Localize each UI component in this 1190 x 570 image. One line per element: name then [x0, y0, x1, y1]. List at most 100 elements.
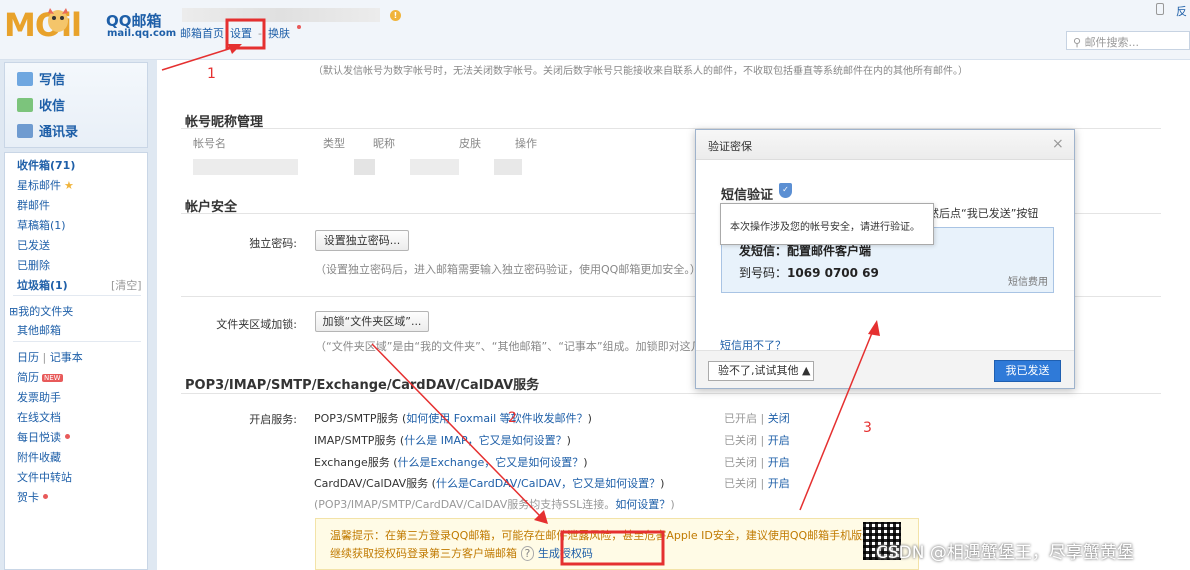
- sms-instruction-tail: 然后点“我已发送”按钮: [928, 207, 1039, 220]
- imap-toggle-link[interactable]: 开启: [768, 434, 790, 447]
- new-badge: NEW: [42, 374, 63, 382]
- col-account: 帐号名: [193, 137, 226, 150]
- quick-actions: 写信 收信 通讯录: [4, 62, 148, 148]
- attachments-link[interactable]: 附件收藏: [17, 449, 61, 465]
- imap-help-link[interactable]: 什么是 IMAP，它又是如何设置？: [404, 434, 566, 447]
- nav-settings-link[interactable]: 设置: [230, 27, 252, 40]
- folder-starred[interactable]: 星标邮件 ★: [17, 177, 74, 193]
- try-other-dropdown[interactable]: 验不了,试试其他 ▲: [708, 361, 814, 381]
- sms-target: 到号码：1069 0700 69: [739, 266, 879, 280]
- compose-icon: [17, 72, 33, 86]
- folder-deleted[interactable]: 已删除: [17, 257, 50, 273]
- indep-pwd-hint: （设置独立密码后，进入邮箱需要输入独立密码验证，使用QQ邮箱更加安全。）: [315, 263, 701, 276]
- folder-spam[interactable]: 垃圾箱(1): [17, 277, 68, 293]
- receive-icon: [17, 98, 33, 112]
- verify-dialog: 验证密保 × 短信验证 ✓ 然后点“我已发送”按钮 发短信：配置邮件客户端 到号…: [695, 129, 1075, 389]
- mobile-phone-icon[interactable]: [1156, 3, 1164, 15]
- exchange-status: 已关闭 | 开启: [724, 456, 790, 469]
- star-icon: ★: [64, 179, 74, 192]
- folder-inbox[interactable]: 收件箱(71): [17, 157, 75, 173]
- service-imap: IMAP/SMTP服务 (什么是 IMAP，它又是如何设置？): [314, 434, 571, 447]
- penguin-mascot-icon: [48, 8, 68, 32]
- exchange-toggle-link[interactable]: 开启: [768, 456, 790, 469]
- notes-link[interactable]: 记事本: [50, 351, 83, 364]
- pop3-help-link[interactable]: 如何使用 Foxmail 等软件收发邮件？: [406, 412, 587, 425]
- empty-spam-link[interactable]: [清空]: [111, 277, 142, 293]
- shield-icon: ✓: [779, 183, 792, 198]
- ssl-help-link[interactable]: 如何设置？: [615, 498, 670, 511]
- folder-list: 收件箱(71) 星标邮件 ★ 群邮件 草稿箱(1) 已发送 已删除 垃圾箱(1) …: [4, 152, 148, 570]
- top-nav: 邮箱首页 设置 - 换肤: [180, 25, 307, 41]
- exchange-help-link[interactable]: 什么是Exchange，它又是如何设置？: [398, 456, 584, 469]
- service-pop3: POP3/SMTP服务 (如何使用 Foxmail 等软件收发邮件？): [314, 412, 592, 425]
- warning-icon[interactable]: !: [390, 10, 401, 21]
- folder-sent[interactable]: 已发送: [17, 237, 50, 253]
- pop3-status: 已开启 | 关闭: [724, 412, 790, 425]
- set-indep-pwd-button[interactable]: 设置独立密码...: [315, 230, 409, 251]
- other-mailbox[interactable]: 其他邮箱: [17, 322, 61, 338]
- compose-button[interactable]: 写信: [17, 69, 65, 88]
- pop3-toggle-link[interactable]: 关闭: [768, 412, 790, 425]
- sms-fee-link[interactable]: 短信费用: [1008, 273, 1048, 288]
- service-exchange: Exchange服务 (什么是Exchange，它又是如何设置？): [314, 456, 588, 469]
- generate-auth-code-link[interactable]: 生成授权码: [538, 547, 593, 560]
- divider: [13, 341, 141, 342]
- lock-folders-button[interactable]: 加锁“文件夹区域”...: [315, 311, 429, 332]
- contacts-button[interactable]: 通讯录: [17, 121, 78, 140]
- carddav-status: 已关闭 | 开启: [724, 477, 790, 490]
- carddav-toggle-link[interactable]: 开启: [768, 477, 790, 490]
- folder-group[interactable]: 群邮件: [17, 197, 50, 213]
- close-icon[interactable]: ×: [1052, 136, 1064, 152]
- warm-tip-box: 温馨提示：在第三方登录QQ邮箱，可能存在邮件泄露风险，甚至危害Apple ID安…: [315, 518, 919, 570]
- nav-skin-link[interactable]: 换肤: [268, 27, 290, 40]
- docs-link[interactable]: 在线文档: [17, 409, 61, 425]
- annotation-number-3: 3: [863, 420, 872, 436]
- topright-link[interactable]: 反: [1176, 3, 1187, 19]
- caret-up-icon: ▲: [802, 364, 811, 377]
- annotation-number-2: 2: [508, 410, 517, 426]
- indep-pwd-label: 独立密码:: [249, 237, 297, 250]
- logo-domain: mail.qq.com: [107, 28, 177, 39]
- csdn-watermark: CSDN @相遇蟹堡王，尽享蟹黄堡: [876, 543, 1134, 563]
- service-label: 开启服务:: [249, 413, 297, 426]
- mail-search-input[interactable]: ⚲ 邮件搜索...: [1066, 31, 1190, 50]
- col-action: 操作: [515, 137, 537, 150]
- section-divider: [181, 393, 1161, 394]
- pop-section-title: POP3/IMAP/SMTP/Exchange/CardDAV/CalDAV服务: [185, 378, 540, 393]
- sidebar: 写信 收信 通讯录 收件箱(71) 星标邮件 ★ 群邮件 草稿箱(1) 已发送 已…: [0, 60, 150, 570]
- qq-mail-logo[interactable]: MOil QQ邮箱 mail.qq.com: [4, 4, 177, 48]
- annotation-number-1: 1: [207, 66, 216, 82]
- dialog-header: 验证密保 ×: [696, 130, 1074, 160]
- ssl-note: (POP3/IMAP/SMTP/CardDAV/CalDAV服务均支持SSL连接…: [314, 498, 675, 511]
- nav-home-link[interactable]: 邮箱首页: [180, 27, 224, 40]
- top-header: MOil QQ邮箱 mail.qq.com ! 邮箱首页 设置 - 换肤 反 ⚲ 邮件…: [0, 0, 1190, 60]
- red-dot-icon: [65, 434, 70, 439]
- carddav-help-link[interactable]: 什么是CardDAV/CalDAV，它又是如何设置？: [436, 477, 660, 490]
- sms-number: 1069 0700 69: [787, 266, 879, 280]
- help-icon[interactable]: ?: [520, 546, 535, 561]
- blurred-user-info: [182, 8, 380, 22]
- col-nickname: 昵称: [373, 137, 395, 150]
- contacts-icon: [17, 124, 33, 138]
- search-icon: ⚲: [1073, 36, 1085, 49]
- calendar-link[interactable]: 日历: [17, 351, 39, 364]
- digital-account-hint: （默认发信帐号为数字帐号时，无法关闭数字帐号。关闭后数字帐号只能接收来自联系人的…: [313, 66, 968, 77]
- search-placeholder: 邮件搜索...: [1084, 36, 1140, 49]
- folder-drafts[interactable]: 草稿箱(1): [17, 217, 66, 233]
- invoice-link[interactable]: 发票助手: [17, 389, 61, 405]
- red-dot-icon: [43, 494, 48, 499]
- transfer-link[interactable]: 文件中转站: [17, 469, 72, 485]
- col-type: 类型: [323, 137, 345, 150]
- resume-link[interactable]: 简历 NEW: [17, 369, 63, 385]
- i-have-sent-button[interactable]: 我已发送: [994, 360, 1061, 382]
- blurred-account-row: [193, 159, 543, 175]
- cards-link[interactable]: 贺卡: [17, 489, 48, 505]
- service-carddav: CardDAV/CalDAV服务 (什么是CardDAV/CalDAV，它又是如…: [314, 477, 665, 490]
- security-tooltip: 本次操作涉及您的帐号安全，请进行验证。: [720, 203, 934, 245]
- receive-button[interactable]: 收信: [17, 95, 65, 114]
- calendar-notes: 日历 | 记事本: [17, 351, 83, 364]
- my-folders[interactable]: ⊞我的文件夹: [9, 303, 73, 319]
- daily-read-link[interactable]: 每日悦读: [17, 429, 70, 445]
- divider: [13, 295, 141, 296]
- new-dot-icon: [296, 25, 301, 29]
